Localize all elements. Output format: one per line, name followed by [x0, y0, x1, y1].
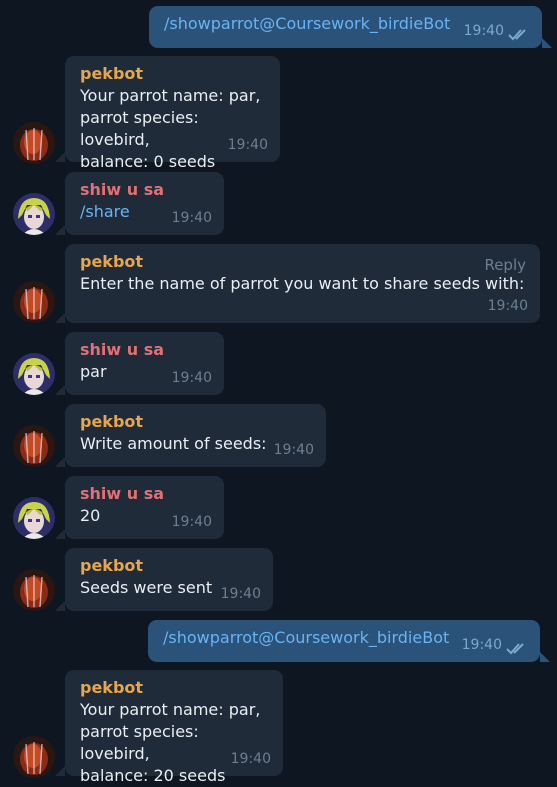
message-text: Your parrot name: par, parrot species: l… — [80, 86, 261, 171]
message-text: Enter the name of parrot you want to sha… — [80, 274, 525, 293]
message-time: 19:40 — [171, 370, 212, 386]
user-avatar[interactable] — [13, 353, 55, 395]
incoming-message[interactable]: pekbot Your parrot name: par, parrot spe… — [65, 56, 280, 171]
parrot-avatar-icon — [13, 736, 55, 778]
user-avatar[interactable] — [13, 193, 55, 235]
message-time: 19:40 — [487, 298, 528, 314]
message-time: 19:40 — [461, 637, 502, 653]
message-time: 19:40 — [230, 751, 271, 767]
anime-avatar-icon — [13, 497, 55, 539]
parrot-avatar-icon — [13, 569, 55, 611]
sender-name[interactable]: pekbot — [80, 677, 269, 699]
bot-avatar[interactable] — [13, 736, 55, 778]
message-text: Your parrot name: par, parrot species: l… — [80, 700, 261, 785]
bot-avatar[interactable] — [13, 569, 55, 611]
message-time: 19:40 — [463, 23, 504, 39]
user-avatar[interactable] — [13, 497, 55, 539]
reply-button[interactable]: Reply — [484, 254, 526, 276]
anime-avatar-icon — [13, 353, 55, 395]
sender-name[interactable]: pekbot — [80, 411, 312, 433]
incoming-message[interactable]: pekbot Seeds were sent 19:40 — [65, 548, 273, 611]
command-link[interactable]: /showparrot@Coursework_birdieBot — [163, 628, 449, 647]
parrot-avatar-icon — [13, 281, 55, 323]
incoming-message[interactable]: pekbot Write amount of seeds: 19:40 — [65, 404, 326, 467]
read-checkmarks-icon — [508, 29, 526, 41]
message-time: 19:40 — [227, 137, 268, 153]
sender-name[interactable]: pekbot — [80, 63, 266, 85]
bot-avatar[interactable] — [13, 281, 55, 323]
sender-name[interactable]: shiw u sa — [80, 339, 210, 361]
parrot-avatar-icon — [13, 122, 55, 164]
bot-avatar[interactable] — [13, 122, 55, 164]
parrot-avatar-icon — [13, 425, 55, 467]
bot-avatar[interactable] — [13, 425, 55, 467]
command-link[interactable]: /showparrot@Coursework_birdieBot — [164, 14, 450, 33]
message-time: 19:40 — [220, 586, 261, 602]
outgoing-message[interactable]: /showparrot@Coursework_birdieBot 19:40 — [149, 6, 542, 48]
incoming-message[interactable]: pekbot Your parrot name: par, parrot spe… — [65, 670, 283, 785]
outgoing-message[interactable]: /showparrot@Coursework_birdieBot 19:40 — [148, 620, 540, 662]
message-time: 19:40 — [171, 514, 212, 530]
incoming-message[interactable]: shiw u sa 20 19:40 — [65, 476, 224, 539]
sender-name[interactable]: shiw u sa — [80, 179, 210, 201]
message-time: 19:40 — [273, 442, 314, 458]
incoming-message[interactable]: pekbot Reply Enter the name of parrot yo… — [65, 244, 540, 323]
anime-avatar-icon — [13, 193, 55, 235]
incoming-message[interactable]: shiw u sa /share 19:40 — [65, 172, 224, 235]
sender-name[interactable]: pekbot — [80, 555, 259, 577]
message-time: 19:40 — [171, 210, 212, 226]
sender-name[interactable]: pekbot — [80, 251, 526, 273]
read-checkmarks-icon — [506, 643, 524, 655]
incoming-message[interactable]: shiw u sa par 19:40 — [65, 332, 224, 395]
sender-name[interactable]: shiw u sa — [80, 483, 210, 505]
